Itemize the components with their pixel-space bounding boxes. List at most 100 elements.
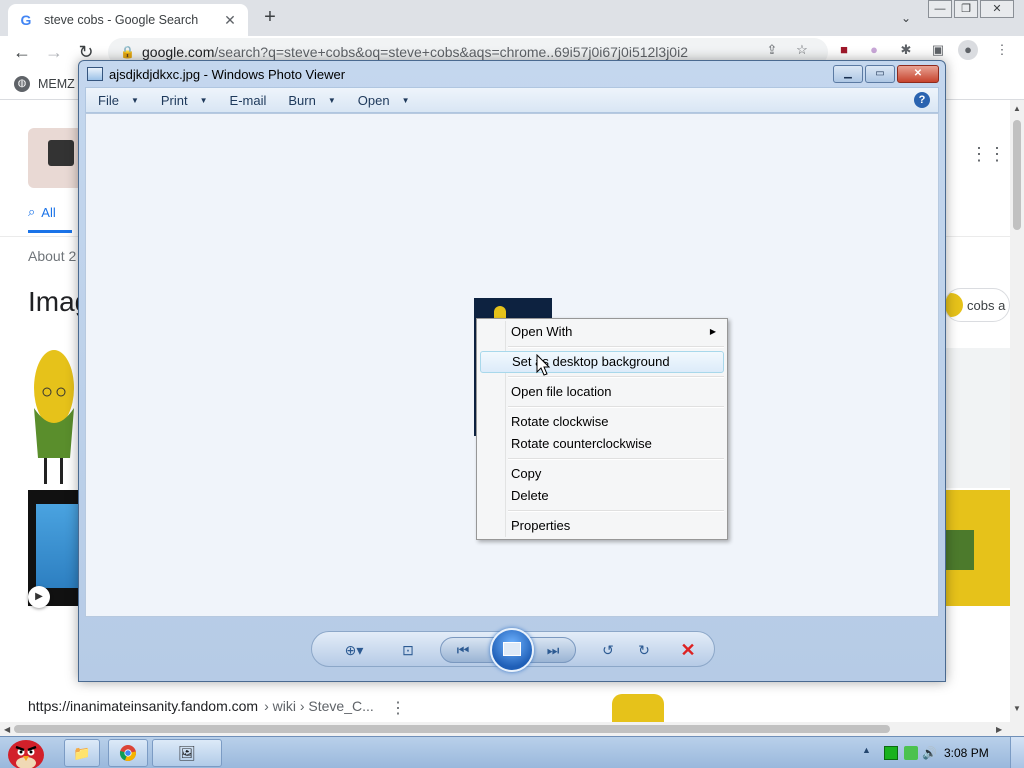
search-icon: ⌕ [28,204,36,219]
photo-viewer-controls: ⊕▾ ⊡ ⏮ ⏭ ↺ ↻ ✕ [311,628,715,672]
horizontal-scrollbar[interactable]: ◀ ▶ [0,722,1010,736]
menu-print[interactable]: Print ▼ [161,93,208,108]
menu-separator [508,458,724,460]
menu-item-open-file-location[interactable]: Open file location [480,381,724,403]
show-hidden-icons-arrow-icon[interactable]: ▲ [862,745,871,755]
image-thumbnail-right[interactable] [944,490,1010,606]
vertical-scrollbar[interactable]: ▲ ▼ [1010,100,1024,736]
menu-email[interactable]: E-mail [230,93,267,108]
back-arrow-icon[interactable]: ← [10,40,34,64]
zoom-icon[interactable]: ⊕▾ [336,638,372,662]
result-url-breadcrumb: › wiki › Steve_C... [264,698,374,714]
menu-item-rotate-counterclockwise[interactable]: Rotate counterclockwise [480,433,724,455]
menu-item-copy[interactable]: Copy [480,463,724,485]
corn-character-thumbnail-right[interactable] [944,348,1010,488]
play-icon[interactable]: ▶ [28,586,50,608]
thumbnail-green-area [944,530,974,570]
corn-character-thumbnail[interactable] [30,348,78,486]
minimize-window-button[interactable]: — [928,0,952,18]
chrome-menu-icon[interactable]: ⋮ [992,40,1012,60]
action-center-icon[interactable] [884,746,898,760]
dropdown-caret-icon: ▼ [130,95,139,105]
scroll-up-arrow-icon[interactable]: ▲ [1013,104,1021,113]
result-thumbnail[interactable] [612,694,664,722]
submenu-arrow-icon: ▶ [709,327,716,336]
result-stats: About 2 [28,248,77,264]
menu-item-label: Copy [511,466,542,481]
chrome-tab-bar: G steve cobs - Google Search ✕ + ⌄ — ❐ ✕ [0,0,1024,36]
volume-icon[interactable]: 🔊 [922,746,937,760]
pv-minimize-button[interactable]: ▁ [833,65,863,83]
next-icon[interactable]: ⏭ [541,638,565,662]
pv-maximize-button[interactable]: ▭ [865,65,895,83]
side-panel-icon[interactable]: ▣ [928,40,948,60]
google-apps-icon[interactable]: ⋮⋮ [970,144,1006,164]
url-path: /search?q=steve+cobs&oq=steve+cobs&aqs=c… [214,44,688,60]
taskbar-chrome-icon[interactable] [108,739,148,767]
menu-separator [508,346,724,348]
result-url-domain: https://inanimateinsanity.fandom.com [28,698,259,714]
mouse-cursor-icon [536,354,550,376]
share-icon[interactable]: ⇪ [762,40,782,60]
menu-email-label: E-mail [229,92,267,108]
vertical-scrollbar-thumb[interactable] [1013,120,1021,230]
url-domain: google.com [142,44,215,60]
result-more-options-icon[interactable]: ⋮ [390,698,406,718]
menu-file[interactable]: File ▼ [98,93,139,108]
tab-all[interactable]: ⌕ All [28,204,56,220]
taskbar-file-explorer-icon[interactable]: 📁 [64,739,100,767]
menu-burn[interactable]: Burn ▼ [288,93,335,108]
tab-search-chevron-icon[interactable]: ⌄ [896,8,916,28]
globe-icon: ◍ [14,76,30,92]
menu-item-label: Rotate counterclockwise [511,436,652,451]
tab-all-label: All [41,204,56,220]
menu-burn-label: Burn [288,92,316,108]
network-icon[interactable] [904,746,918,760]
scroll-down-arrow-icon[interactable]: ▼ [1013,704,1021,713]
extension-colorful-icon[interactable]: ● [864,40,884,60]
restore-window-button[interactable]: ❐ [954,0,978,18]
menu-item-delete[interactable]: Delete [480,485,724,507]
scroll-right-arrow-icon[interactable]: ▶ [996,725,1002,734]
rotate-counterclockwise-icon[interactable]: ↺ [596,638,620,662]
menu-open[interactable]: Open ▼ [358,93,410,108]
actual-size-icon[interactable]: ⊡ [396,638,420,662]
start-button-angry-bird-icon[interactable] [2,733,48,768]
rotate-clockwise-icon[interactable]: ↻ [632,638,656,662]
slideshow-button[interactable] [490,628,534,672]
bookmark-label: MEMZ [38,77,75,91]
menu-item-label: Delete [511,488,549,503]
new-tab-button[interactable]: + [258,6,282,30]
previous-icon[interactable]: ⏮ [451,638,475,662]
menu-print-label: Print [160,92,188,108]
google-favicon-icon: G [20,12,32,28]
menu-open-label: Open [357,92,390,108]
delete-icon[interactable]: ✕ [676,638,700,662]
pv-close-button[interactable]: ✕ [897,65,939,83]
menu-item-set-desktop-background[interactable]: Set as desktop background [480,351,724,373]
horizontal-scrollbar-thumb[interactable] [14,725,890,733]
result-url[interactable]: https://inanimateinsanity.fandom.com › w… [28,698,374,714]
menu-item-label: Open With [511,324,573,339]
menu-item-open-with[interactable]: Open With ▶ [480,321,724,343]
chip-label: cobs a [967,297,1006,313]
menu-item-rotate-clockwise[interactable]: Rotate clockwise [480,411,724,433]
chip-thumbnail [945,293,963,317]
extension-red-icon[interactable]: ■ [834,40,854,60]
profile-avatar-icon[interactable]: ● [958,40,978,60]
tab-close-icon[interactable]: ✕ [222,12,238,29]
extensions-puzzle-icon[interactable]: ✱ [896,40,916,60]
taskbar-photo-viewer-icon[interactable]: 🖼 [152,739,222,767]
browser-tab[interactable]: G steve cobs - Google Search ✕ [8,4,248,36]
forward-arrow-icon[interactable]: → [42,40,66,64]
bookmark-memz[interactable]: ◍ MEMZ [14,76,75,92]
help-icon[interactable]: ? [914,92,930,108]
taskbar-clock[interactable]: 3:08 PM [944,746,989,760]
dropdown-caret-icon: ▼ [327,95,336,105]
photo-viewer-titlebar[interactable]: ajsdjkdjdkxc.jpg - Windows Photo Viewer … [79,61,945,87]
menu-item-properties[interactable]: Properties [480,515,724,537]
bookmark-star-icon[interactable]: ☆ [792,40,812,60]
show-desktop-button[interactable] [1010,737,1024,768]
close-window-button[interactable]: ✕ [980,0,1014,18]
related-search-chip[interactable]: cobs a [944,288,1010,322]
